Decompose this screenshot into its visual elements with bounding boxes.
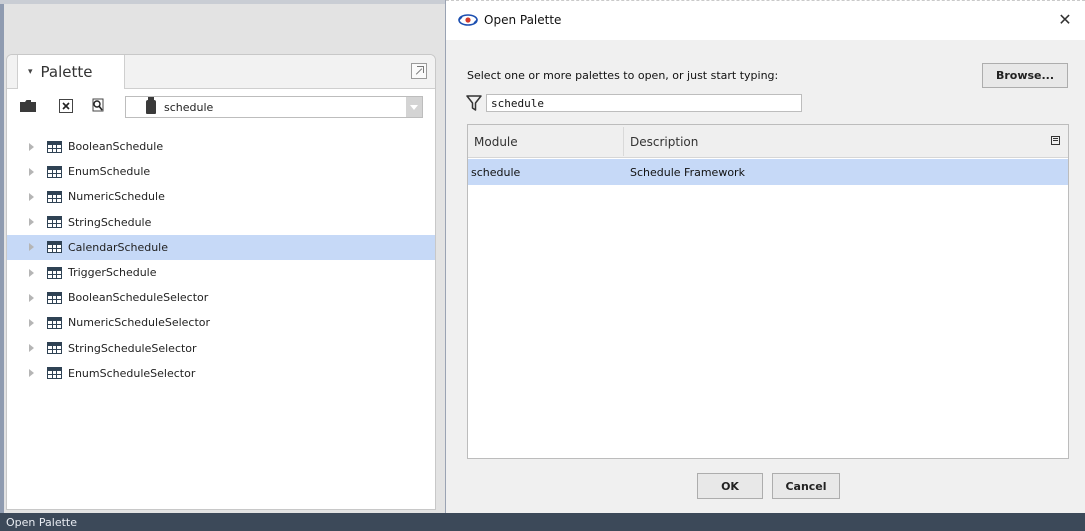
palette-item-label: EnumScheduleSelector [68, 366, 196, 380]
palette-item-label: NumericScheduleSelector [68, 316, 211, 330]
palette-item-label: CalendarSchedule [68, 240, 169, 254]
palette-panel: ▾ Palette schedule BooleanSchedule EnumS… [6, 54, 436, 510]
find-button[interactable] [87, 96, 109, 116]
expand-arrow-icon[interactable] [29, 344, 34, 353]
column-options-icon[interactable] [1051, 136, 1060, 145]
palette-item-label: TriggerSchedule [68, 266, 157, 280]
palette-item[interactable]: StringSchedule [7, 210, 435, 235]
column-header-description[interactable]: Description [630, 135, 698, 149]
palette-item[interactable]: StringScheduleSelector [7, 336, 435, 361]
cell-description: Schedule Framework [630, 166, 745, 179]
dialog-title: Open Palette [484, 13, 562, 27]
close-icon [59, 99, 73, 113]
palette-item[interactable]: CalendarSchedule [7, 234, 435, 260]
dialog-titlebar: Open Palette ✕ [446, 0, 1085, 40]
table-header: Module Description [468, 125, 1068, 158]
dialog-prompt: Select one or more palettes to open, or … [467, 69, 779, 82]
palette-item[interactable]: EnumSchedule [7, 159, 435, 184]
palette-item-label: BooleanSchedule [68, 140, 164, 154]
palette-item[interactable]: EnumScheduleSelector [7, 361, 435, 386]
palette-item[interactable]: NumericSchedule [7, 184, 435, 209]
table-icon [47, 316, 62, 329]
folder-icon [20, 100, 36, 112]
table-icon [47, 165, 62, 178]
expand-arrow-icon[interactable] [29, 142, 34, 151]
palette-item[interactable]: BooleanSchedule [7, 134, 435, 159]
palette-header: ▾ Palette [7, 55, 435, 89]
expand-arrow-icon[interactable] [29, 167, 34, 176]
palette-tab[interactable]: ▾ Palette [17, 55, 125, 89]
expand-arrow-icon[interactable] [29, 293, 34, 302]
dropdown-arrow-icon[interactable] [406, 97, 422, 117]
status-bar: Open Palette [0, 513, 1085, 531]
browse-button[interactable]: Browse... [982, 63, 1068, 88]
close-icon[interactable]: ✕ [1055, 10, 1075, 30]
table-icon [47, 367, 62, 380]
palette-tree: BooleanSchedule EnumSchedule NumericSchedu… [7, 134, 435, 386]
ok-button[interactable]: OK [697, 473, 763, 499]
module-select[interactable]: schedule [125, 96, 423, 118]
column-header-module[interactable]: Module [474, 135, 518, 149]
open-palette-dialog: Open Palette ✕ Select one or more palett… [445, 0, 1085, 513]
module-table: Module Description schedule Schedule Fram… [467, 124, 1069, 459]
table-icon [47, 342, 62, 355]
filter-icon [466, 95, 482, 111]
expand-arrow-icon[interactable] [29, 192, 34, 201]
table-icon [47, 216, 62, 229]
app-logo-icon [458, 14, 478, 26]
palette-item-label: EnumSchedule [68, 165, 151, 179]
open-folder-button[interactable] [17, 96, 39, 116]
palette-toolbar: schedule [7, 89, 435, 123]
status-text: Open Palette [6, 515, 77, 529]
cell-module: schedule [471, 166, 521, 179]
palette-item-label: StringScheduleSelector [68, 341, 197, 355]
palette-item-label: BooleanScheduleSelector [68, 291, 209, 305]
collapse-caret-icon[interactable]: ▾ [28, 67, 33, 77]
search-icon [92, 98, 104, 112]
cancel-button[interactable]: Cancel [772, 473, 840, 499]
filter-input[interactable]: schedule [486, 94, 802, 112]
expand-arrow-icon[interactable] [29, 268, 34, 277]
expand-arrow-icon[interactable] [29, 218, 34, 227]
palette-item-label: NumericSchedule [68, 190, 165, 204]
close-palette-button[interactable] [55, 96, 77, 116]
palette-title: Palette [40, 63, 93, 81]
module-select-value: schedule [164, 100, 214, 114]
table-icon [47, 140, 62, 153]
table-icon [47, 291, 62, 304]
column-divider[interactable] [623, 127, 624, 156]
expand-arrow-icon[interactable] [29, 243, 34, 252]
expand-arrow-icon[interactable] [29, 369, 34, 378]
table-icon [47, 266, 62, 279]
expand-arrow-icon[interactable] [29, 318, 34, 327]
palette-item[interactable]: BooleanScheduleSelector [7, 285, 435, 310]
table-row[interactable]: schedule Schedule Framework [468, 159, 1068, 185]
table-icon [47, 241, 62, 254]
palette-item[interactable]: NumericScheduleSelector [7, 310, 435, 335]
maximize-icon[interactable] [411, 63, 427, 79]
palette-item[interactable]: TriggerSchedule [7, 260, 435, 285]
table-icon [47, 190, 62, 203]
jar-icon [146, 97, 156, 114]
palette-item-label: StringSchedule [68, 215, 152, 229]
